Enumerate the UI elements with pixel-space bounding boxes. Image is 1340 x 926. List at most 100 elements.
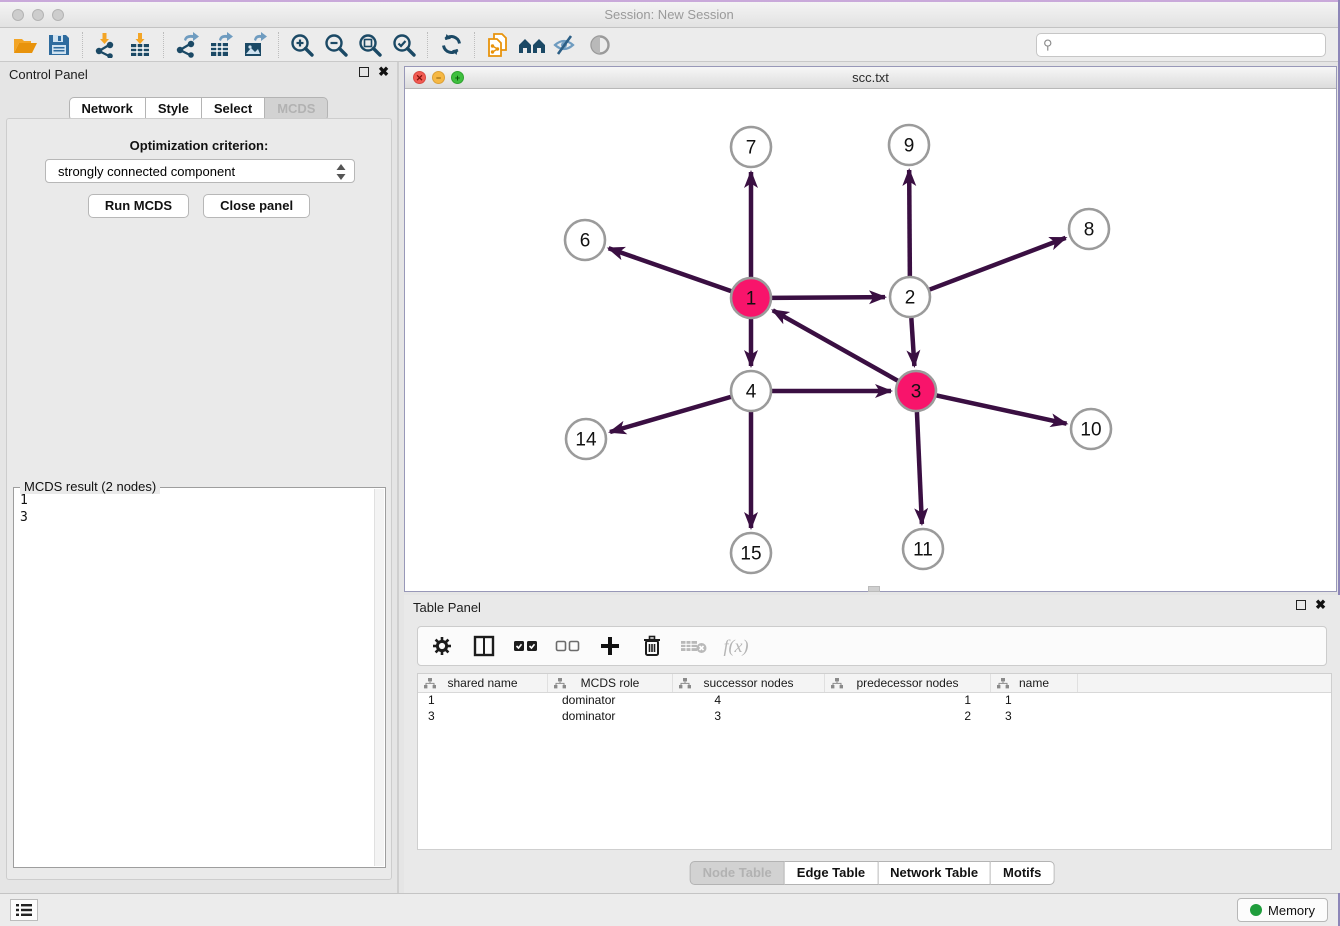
float-panel-icon[interactable] — [359, 67, 369, 77]
table-tabs: Node TableEdge TableNetwork TableMotifs — [690, 861, 1055, 885]
table-row[interactable]: 3dominator323 — [418, 709, 1331, 725]
show-columns-button[interactable] — [470, 633, 498, 659]
edge-3-1[interactable] — [773, 310, 898, 380]
export-table-button[interactable] — [204, 30, 238, 60]
node-label-10: 10 — [1080, 420, 1101, 441]
table-tab-edge-table[interactable]: Edge Table — [785, 861, 878, 885]
table-panel: Table Panel ✖ — [404, 595, 1340, 893]
node-label-9: 9 — [904, 136, 915, 157]
zoom-out-button[interactable] — [319, 30, 353, 60]
export-network-button[interactable] — [170, 30, 204, 60]
node-label-8: 8 — [1084, 220, 1095, 241]
node-table[interactable]: shared nameMCDS rolesuccessor nodesprede… — [417, 673, 1332, 850]
run-mcds-button[interactable]: Run MCDS — [88, 194, 189, 218]
table-cell[interactable]: 1 — [825, 693, 991, 709]
hide-details-button[interactable] — [549, 30, 583, 60]
show-details-icon — [587, 33, 613, 57]
criterion-select[interactable]: strongly connected component — [45, 159, 355, 183]
close-panel-icon[interactable]: ✖ — [378, 67, 389, 77]
delete-table-button[interactable] — [680, 633, 708, 659]
close-panel-button[interactable]: Close panel — [203, 194, 310, 218]
title-bar[interactable]: Session: New Session — [0, 2, 1338, 28]
search-field-wrap: ⚲ — [1036, 33, 1326, 57]
unselect-all-columns-icon — [555, 638, 581, 654]
network-window-titlebar[interactable]: ✕ − + scc.txt — [405, 67, 1336, 89]
select-all-columns-button[interactable] — [512, 633, 540, 659]
table-options-button[interactable] — [428, 633, 456, 659]
mcds-result-scrollbar[interactable] — [374, 489, 384, 866]
network-graph-canvas[interactable]: 7968124314101511 — [405, 89, 1336, 591]
edge-3-10[interactable] — [937, 395, 1067, 423]
hide-details-icon — [552, 33, 580, 57]
table-row[interactable]: 1dominator411 — [418, 693, 1331, 709]
open-session-button[interactable] — [8, 30, 42, 60]
zoom-in-button[interactable] — [285, 30, 319, 60]
close-table-panel-icon[interactable]: ✖ — [1315, 600, 1326, 610]
table-header-row: shared nameMCDS rolesuccessor nodesprede… — [418, 674, 1331, 693]
unselect-all-columns-button[interactable] — [554, 633, 582, 659]
table-panel-title: Table Panel — [413, 600, 481, 615]
edge-2-8[interactable] — [930, 238, 1066, 290]
edge-3-11[interactable] — [917, 412, 922, 524]
zoom-out-icon — [323, 32, 349, 58]
column-header-predecessor-nodes[interactable]: predecessor nodes — [825, 674, 991, 692]
table-cell[interactable]: 4 — [673, 693, 825, 709]
edge-2-9[interactable] — [909, 170, 910, 276]
edge-4-14[interactable] — [610, 397, 731, 432]
mcds-panel: Optimization criterion: strongly connect… — [6, 118, 392, 880]
zoom-fit-button[interactable] — [353, 30, 387, 60]
import-table-button[interactable] — [123, 30, 157, 60]
edge-2-3[interactable] — [911, 318, 914, 366]
show-details-button[interactable] — [583, 30, 617, 60]
clone-network-button[interactable] — [481, 30, 515, 60]
refresh-layout-icon — [439, 32, 464, 57]
window-resize-handle[interactable] — [868, 586, 880, 592]
zoom-selected-button[interactable] — [387, 30, 421, 60]
table-tab-motifs[interactable]: Motifs — [991, 861, 1054, 885]
memory-button[interactable]: Memory — [1237, 898, 1328, 922]
export-image-button[interactable] — [238, 30, 272, 60]
select-stepper-icon — [335, 163, 347, 181]
table-cell[interactable]: 3 — [991, 709, 1078, 725]
table-cell[interactable]: dominator — [548, 709, 673, 725]
table-cell[interactable]: dominator — [548, 693, 673, 709]
toolbar-separator — [163, 32, 164, 58]
table-tab-network-table[interactable]: Network Table — [878, 861, 991, 885]
delete-columns-button[interactable] — [638, 633, 666, 659]
column-header-name[interactable]: name — [991, 674, 1078, 692]
refresh-layout-button[interactable] — [434, 30, 468, 60]
zoom-fit-icon — [357, 32, 383, 58]
node-label-2: 2 — [905, 288, 916, 309]
open-session-icon — [12, 32, 38, 58]
search-input[interactable] — [1036, 33, 1326, 57]
window-top-edge — [0, 0, 1338, 2]
network-view-window: ✕ − + scc.txt 7968124314101511 — [404, 66, 1337, 592]
table-cell[interactable]: 3 — [418, 709, 548, 725]
search-icon: ⚲ — [1043, 37, 1053, 53]
table-cell[interactable]: 1 — [418, 693, 548, 709]
mcds-result-text[interactable]: 1 3 — [20, 492, 373, 865]
column-header-successor-nodes[interactable]: successor nodes — [673, 674, 825, 692]
delete-table-icon — [680, 637, 708, 655]
save-session-button[interactable] — [42, 30, 76, 60]
table-cell[interactable]: 3 — [673, 709, 825, 725]
toolbar-separator — [474, 32, 475, 58]
column-header-MCDS-role[interactable]: MCDS role — [548, 674, 673, 692]
import-network-button[interactable] — [89, 30, 123, 60]
column-header-shared-name[interactable]: shared name — [418, 674, 548, 692]
control-panel-title: Control Panel — [9, 67, 88, 82]
table-cell[interactable]: 1 — [991, 693, 1078, 709]
first-neighbors-button[interactable] — [515, 30, 549, 60]
node-label-4: 4 — [746, 382, 757, 403]
edge-1-2[interactable] — [772, 297, 885, 298]
table-tab-node-table[interactable]: Node Table — [690, 861, 785, 885]
create-column-button[interactable] — [596, 633, 624, 659]
task-history-button[interactable] — [10, 899, 38, 921]
edge-1-6[interactable] — [609, 248, 732, 291]
node-label-1: 1 — [746, 289, 757, 310]
float-table-panel-icon[interactable] — [1296, 600, 1306, 610]
toolbar-separator — [278, 32, 279, 58]
node-label-11: 11 — [913, 540, 933, 561]
table-cell[interactable]: 2 — [825, 709, 991, 725]
function-builder-icon[interactable]: f(x) — [722, 633, 750, 659]
